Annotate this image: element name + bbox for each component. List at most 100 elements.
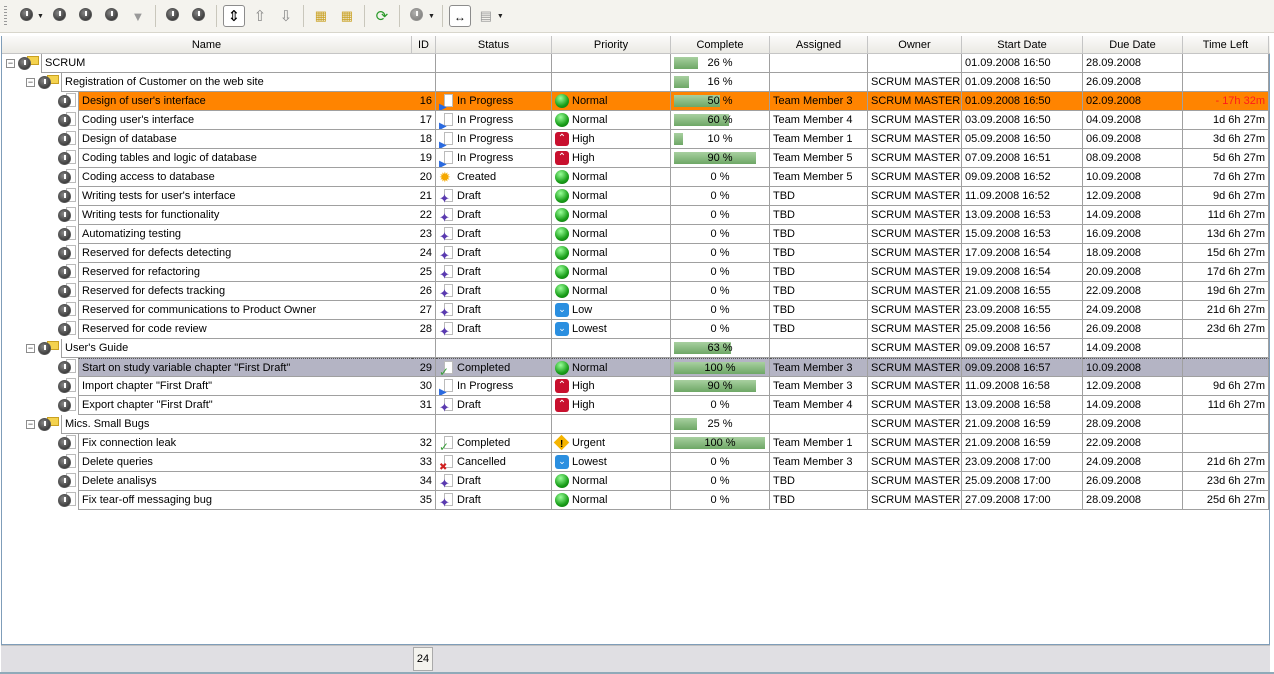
assigned-cell: Team Member 4 (770, 396, 868, 415)
new-subtask-button[interactable] (49, 5, 71, 27)
task-row[interactable]: Delete analisys 34 ✦ Draft Normal 0 % TBD SCRUM… (2, 472, 1270, 491)
column-header-due-date[interactable]: Due Date (1083, 36, 1183, 54)
task-name[interactable]: Registration of Customer on the web site (61, 73, 412, 92)
column-header-priority[interactable]: Priority (552, 36, 671, 54)
task-name[interactable]: Delete analisys (78, 472, 412, 491)
filter-button[interactable]: ▼ (127, 5, 149, 27)
priority-normal-icon (555, 208, 569, 223)
task-row[interactable]: Coding tables and logic of database 19 ▶ In… (2, 149, 1270, 168)
owner-cell: SCRUM MASTER (868, 168, 962, 187)
task-row[interactable]: Delete queries 33 ✖ Cancelled ⌄ Lowest 0 % Team… (2, 453, 1270, 472)
chevron-down-icon[interactable]: ▼ (37, 13, 44, 20)
task-name[interactable]: Fix tear-off messaging bug (78, 491, 412, 510)
column-header-name[interactable]: Name (2, 36, 412, 54)
column-header-status[interactable]: Status (436, 36, 552, 54)
columns-button[interactable]: ▤ (475, 5, 497, 27)
task-row[interactable]: Import chapter "First Draft" 30 ▶ In Progre… (2, 377, 1270, 396)
column-header-id[interactable]: ID (412, 36, 436, 54)
clock-up-icon (192, 8, 206, 24)
task-name[interactable]: Reserved for communications to Product O… (78, 301, 412, 320)
task-properties-button[interactable] (162, 5, 184, 27)
task-row[interactable]: Reserved for refactoring 25 ✦ Draft Normal 0 … (2, 263, 1270, 282)
collapse-all-button[interactable]: ▦ (310, 5, 332, 27)
group-row[interactable]: − Mics. Small Bugs 25 % SCRUM MASTER 21.09.2… (2, 415, 1270, 434)
due-date-cell: 02.09.2008 (1083, 92, 1183, 111)
task-name[interactable]: User's Guide (61, 339, 412, 358)
fit-columns-button[interactable]: ↔ (448, 5, 471, 27)
column-header-time-left[interactable]: Time Left (1183, 36, 1269, 54)
time-left-text: 3d 6h 27m (1213, 133, 1265, 145)
task-row[interactable]: Writing tests for functionality 22 ✦ Draft N… (2, 206, 1270, 225)
chevron-down-icon[interactable]: ▼ (428, 13, 435, 20)
time-left-text: 25d 6h 27m (1206, 494, 1265, 506)
task-row[interactable]: Writing tests for user's interface 21 ✦ Dra… (2, 187, 1270, 206)
task-name[interactable]: Reserved for defects detecting (78, 244, 412, 263)
column-header-owner[interactable]: Owner (868, 36, 962, 54)
collapse-toggle-icon[interactable]: − (26, 344, 35, 353)
column-header-complete[interactable]: Complete (671, 36, 770, 54)
task-name[interactable]: Reserved for code review (78, 320, 412, 339)
task-name[interactable]: Coding access to database (78, 168, 412, 187)
collapse-toggle-icon[interactable]: − (26, 420, 35, 429)
view-button[interactable] (406, 5, 428, 27)
status-created-icon: ✹ (439, 169, 451, 186)
task-name[interactable]: Export chapter "First Draft" (78, 396, 412, 415)
priority-cell: ⌄ Low (552, 301, 671, 320)
task-name[interactable]: SCRUM (41, 54, 412, 73)
task-row[interactable]: Start on study variable chapter "First D… (2, 358, 1270, 377)
assigned-text: Team Member 3 (773, 95, 853, 107)
task-row[interactable]: Reserved for code review 28 ✦ Draft ⌄ Lowest 0… (2, 320, 1270, 339)
task-row[interactable]: Fix tear-off messaging bug 35 ✦ Draft Normal… (2, 491, 1270, 510)
id-cell: 19 (412, 149, 436, 168)
group-row[interactable]: − User's Guide 63 % SCRUM MASTER 09.09.2008 … (2, 339, 1270, 358)
task-row[interactable]: Reserved for defects detecting 24 ✦ Draft No… (2, 244, 1270, 263)
group-row[interactable]: − SCRUM 26 % 01.09.2008 16:50 28.09.2008 (2, 54, 1270, 73)
status-completed-icon: ✓ (439, 361, 453, 376)
task-name[interactable]: Coding tables and logic of database (78, 149, 412, 168)
delete-task-button[interactable] (101, 5, 123, 27)
id-text: 18 (419, 133, 432, 145)
task-name[interactable]: Reserved for refactoring (78, 263, 412, 282)
column-header-assigned[interactable]: Assigned (770, 36, 868, 54)
task-row[interactable]: Reserved for communications to Product O… (2, 301, 1270, 320)
toolbar-grip[interactable] (4, 6, 7, 26)
task-priority-button[interactable] (188, 5, 210, 27)
task-name[interactable]: Fix connection leak (78, 434, 412, 453)
task-name[interactable]: Coding user's interface (78, 111, 412, 130)
task-row[interactable]: Design of user's interface 16 ▶ In Progress… (2, 92, 1270, 111)
complete-label: 26 % (707, 57, 733, 69)
sort-toggle-button[interactable]: ⇕ (222, 5, 245, 27)
task-row[interactable]: Design of database 18 ▶ In Progress ⌃ High 10 … (2, 130, 1270, 149)
task-name[interactable]: Writing tests for user's interface (78, 187, 412, 206)
move-up-button[interactable]: ⇧ (249, 5, 271, 27)
edit-task-button[interactable] (75, 5, 97, 27)
new-task-button[interactable] (15, 5, 37, 27)
task-row[interactable]: Coding user's interface 17 ▶ In Progress Nor… (2, 111, 1270, 130)
task-name[interactable]: Automatizing testing (78, 225, 412, 244)
expand-all-button[interactable]: ▦ (336, 5, 358, 27)
collapse-toggle-icon[interactable]: − (6, 59, 15, 68)
complete-cell: 0 % (671, 282, 770, 301)
complete-cell: 60 % (671, 111, 770, 130)
task-name[interactable]: Design of database (78, 130, 412, 149)
task-row[interactable]: Fix connection leak 32 ✓ Completed! Urgent 10… (2, 434, 1270, 453)
task-name[interactable]: Mics. Small Bugs (61, 415, 412, 434)
refresh-button[interactable]: ⟳ (371, 5, 393, 27)
task-row[interactable]: Export chapter "First Draft" 31 ✦ Draft ⌃ Hig… (2, 396, 1270, 415)
task-name[interactable]: Reserved for defects tracking (78, 282, 412, 301)
task-name[interactable]: Design of user's interface (78, 92, 412, 111)
task-row[interactable]: Reserved for defects tracking 26 ✦ Draft Nor… (2, 282, 1270, 301)
status-text: In Progress (457, 114, 514, 126)
task-name[interactable]: Delete queries (78, 453, 412, 472)
task-name[interactable]: Writing tests for functionality (78, 206, 412, 225)
chevron-down-icon[interactable]: ▼ (497, 13, 504, 20)
group-row[interactable]: − Registration of Customer on the web sit… (2, 73, 1270, 92)
task-row[interactable]: Automatizing testing 23 ✦ Draft Normal 0 % TBD… (2, 225, 1270, 244)
move-down-button[interactable]: ⇩ (275, 5, 297, 27)
task-clock-icon (58, 152, 71, 165)
task-name[interactable]: Start on study variable chapter "First D… (78, 358, 412, 377)
task-name[interactable]: Import chapter "First Draft" (78, 377, 412, 396)
collapse-toggle-icon[interactable]: − (26, 78, 35, 87)
task-row[interactable]: Coding access to database 20 ✹ Created Norma… (2, 168, 1270, 187)
column-header-start-date[interactable]: Start Date (962, 36, 1083, 54)
